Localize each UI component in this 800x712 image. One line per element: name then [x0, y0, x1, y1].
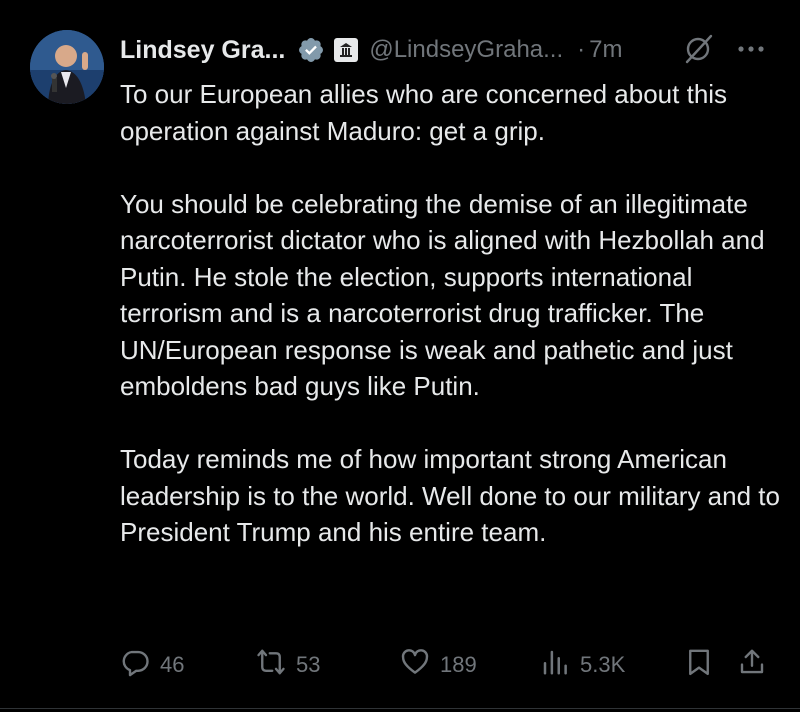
- verified-badge-icon: [297, 36, 325, 64]
- tweet-header: Lindsey Gra... @LindseyGraha... · 7m: [120, 30, 622, 70]
- reply-button[interactable]: 46: [120, 640, 184, 690]
- tweet[interactable]: Lindsey Gra... @LindseyGraha... · 7m To …: [0, 0, 800, 712]
- tweet-text: To our European allies who are concerned…: [120, 76, 790, 551]
- share-icon: [737, 647, 767, 683]
- like-icon: [400, 647, 430, 683]
- tweet-paragraph: You should be celebrating the demise of …: [120, 188, 765, 402]
- tweet-paragraph: Today reminds me of how important strong…: [120, 444, 780, 547]
- timestamp[interactable]: 7m: [589, 36, 622, 64]
- bookmark-button[interactable]: [684, 640, 714, 690]
- like-button[interactable]: 189: [400, 640, 477, 690]
- repost-count: 53: [296, 652, 321, 677]
- avatar[interactable]: [30, 30, 104, 104]
- more-icon[interactable]: [734, 34, 768, 64]
- author-name[interactable]: Lindsey Gra...: [120, 36, 285, 65]
- government-building-icon: [333, 37, 359, 63]
- divider: [0, 708, 800, 709]
- action-bar: 46 53 189 5.3K: [0, 640, 800, 690]
- repost-icon: [256, 647, 286, 683]
- views-count: 5.3K: [580, 652, 626, 677]
- separator-dot: ·: [577, 36, 586, 63]
- repost-button[interactable]: 53: [256, 640, 320, 690]
- grok-icon[interactable]: [682, 32, 716, 66]
- tweet-paragraph: To our European allies who are concerned…: [120, 79, 728, 146]
- reply-icon: [120, 647, 150, 683]
- share-button[interactable]: [737, 640, 767, 690]
- author-handle[interactable]: @LindseyGraha...: [369, 36, 563, 64]
- reply-count: 46: [160, 652, 185, 677]
- like-count: 189: [440, 652, 477, 677]
- bookmark-icon: [684, 647, 714, 683]
- views-icon: [540, 647, 570, 683]
- views-button[interactable]: 5.3K: [540, 640, 625, 690]
